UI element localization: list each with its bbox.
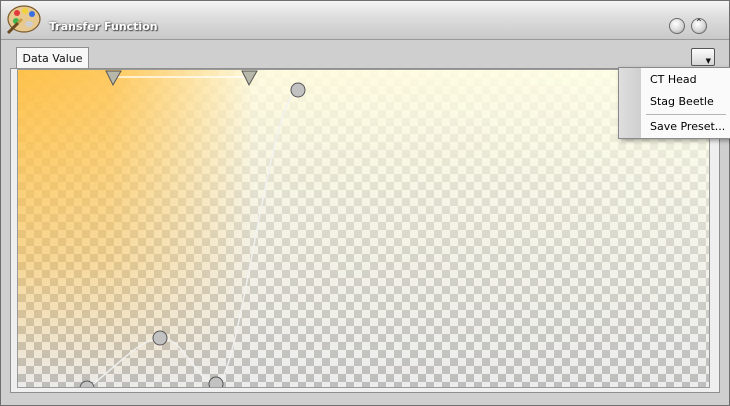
collapse-button[interactable]: ⌃ [691,18,707,34]
dropdown-arrow-icon: ▼ [705,57,711,65]
palette-icon [6,5,41,35]
transfer-function-window: Transfer Function ⌃ Data Value ▼ CT Head… [0,0,730,406]
circle-node-icon[interactable] [152,330,168,346]
menu-item-ct-head[interactable]: CT Head [650,73,697,86]
window-title: Transfer Function [49,20,158,33]
preset-menu-button[interactable]: ▼ [691,48,715,66]
color-ramp [18,70,709,387]
transfer-function-canvas[interactable] [18,70,710,388]
minimize-button[interactable] [669,18,685,34]
menu-item-save-preset[interactable]: Save Preset... [650,120,725,133]
preset-menu: CT Head Stag Beetle Save Preset... [618,67,730,139]
circle-node-icon[interactable] [290,82,306,98]
chevron-up-icon: ⌃ [694,18,704,29]
tab-data-value[interactable]: Data Value [16,47,89,69]
transfer-function-editor[interactable] [17,69,710,388]
title-bar[interactable]: Transfer Function ⌃ [1,1,729,40]
tab-label: Data Value [22,52,83,65]
circle-node-icon[interactable] [208,376,224,388]
menu-item-stag-beetle[interactable]: Stag Beetle [650,95,714,108]
menu-gutter [619,68,641,138]
menu-separator [646,114,726,115]
